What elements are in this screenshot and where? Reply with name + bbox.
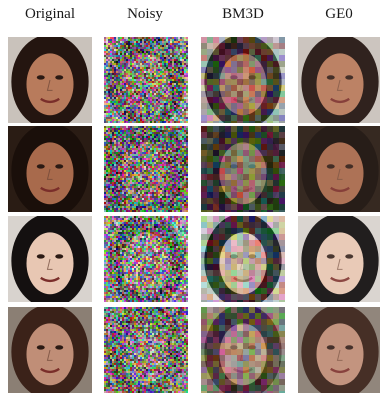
face-image-original-row-1 <box>8 37 92 123</box>
figure-grid: Original Noisy BM3D GE0 <box>0 0 380 394</box>
face-image-bm3d-row-3 <box>201 216 285 302</box>
column-header-original: Original <box>25 6 75 22</box>
face-image-ge0-row-2 <box>298 126 380 212</box>
face-image-ge0-row-1 <box>298 37 380 123</box>
face-image-original-row-4 <box>8 307 92 393</box>
face-image-ge0-row-3 <box>298 216 380 302</box>
face-image-original-row-3 <box>8 216 92 302</box>
face-image-bm3d-row-2 <box>201 126 285 212</box>
face-image-bm3d-row-1 <box>201 37 285 123</box>
face-image-bm3d-row-4 <box>201 307 285 393</box>
face-image-noisy-row-2 <box>104 126 188 212</box>
face-image-noisy-row-1 <box>104 37 188 123</box>
face-image-noisy-row-3 <box>104 216 188 302</box>
column-header-ge0: GE0 <box>325 6 353 22</box>
face-image-noisy-row-4 <box>104 307 188 393</box>
column-header-bm3d: BM3D <box>222 6 264 22</box>
face-image-original-row-2 <box>8 126 92 212</box>
column-header-noisy: Noisy <box>127 6 163 22</box>
face-image-ge0-row-4 <box>298 307 380 393</box>
